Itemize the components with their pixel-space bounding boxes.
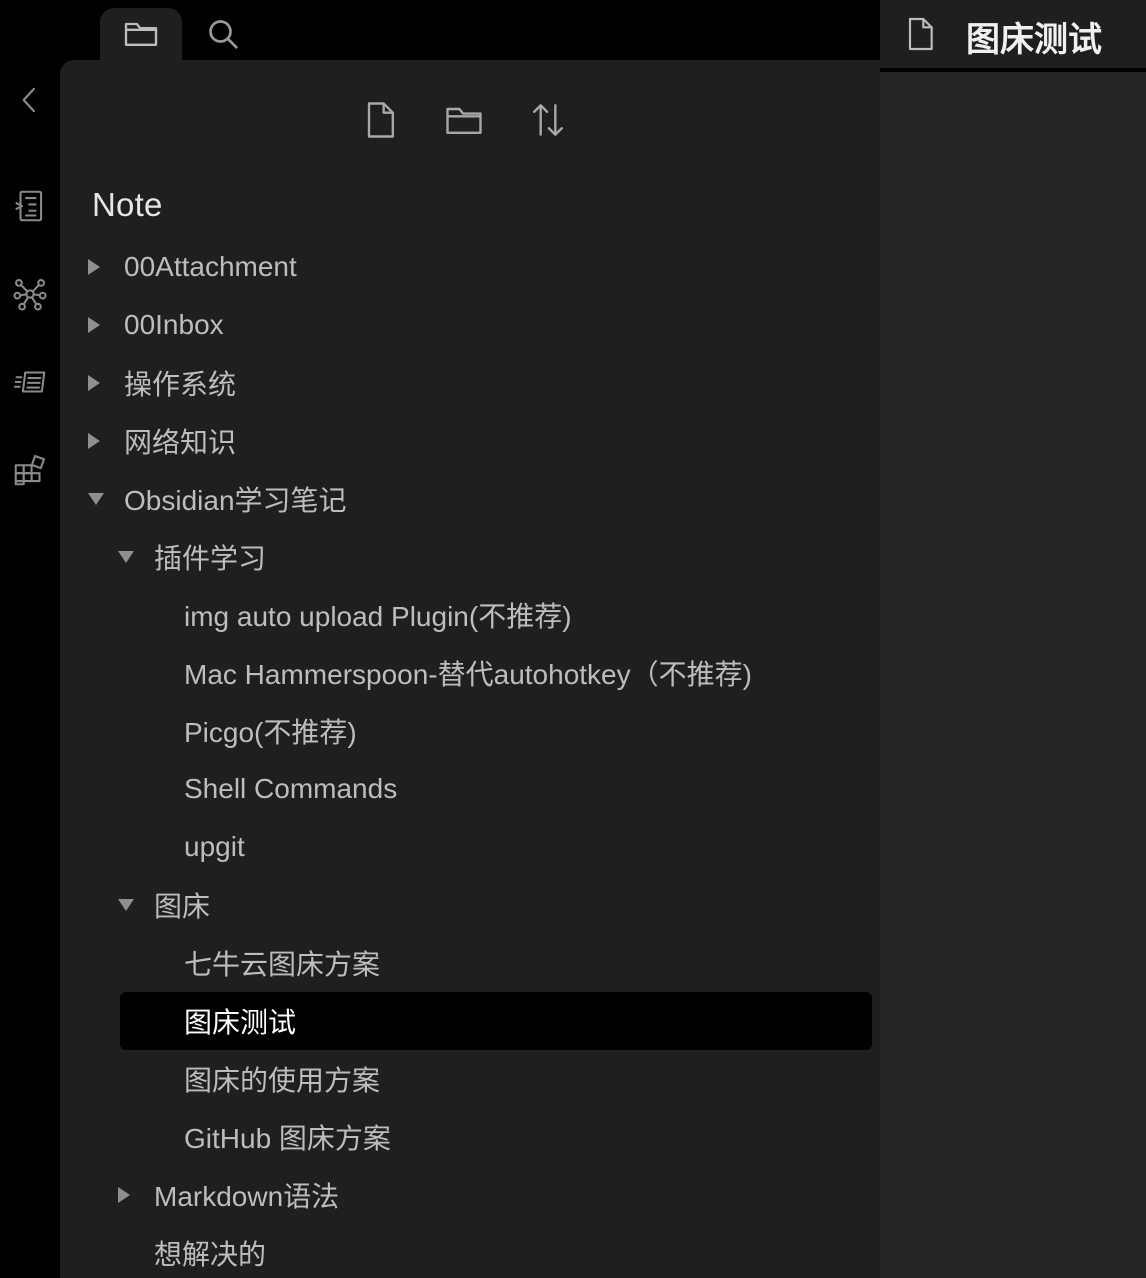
chevron-right-icon[interactable] [88, 259, 100, 275]
left-ribbon [0, 60, 60, 1278]
tree-folder[interactable]: 操作系统 [60, 354, 880, 412]
document-icon [908, 17, 933, 51]
search-icon [209, 20, 238, 49]
file-explorer-toolbar [60, 90, 880, 150]
tab-file-explorer[interactable] [100, 8, 182, 60]
tree-item-label: GitHub 图床方案 [184, 1123, 391, 1154]
tree-file[interactable]: 七牛云图床方案 [60, 934, 880, 992]
command-palette-button[interactable] [6, 182, 54, 230]
file-explorer-panel: Note 00Attachment 00Inbox 操作系统网络知识 Obsidian… [60, 60, 880, 1278]
tree-folder[interactable]: Obsidian学习笔记 [60, 470, 880, 528]
new-note-button[interactable] [356, 90, 404, 150]
tree-file[interactable]: Mac Hammerspoon-替代autohotkey（不推荐) [60, 644, 880, 702]
folder-icon [124, 22, 158, 46]
sort-icon [533, 104, 563, 136]
tree-file[interactable]: Picgo(不推荐) [60, 702, 880, 760]
editor-tab[interactable]: 图床测试 [880, 0, 1146, 70]
tree-item-label: 七牛云图床方案 [184, 949, 381, 980]
tree-item-label: Obsidian学习笔记 [124, 485, 347, 516]
chevron-down-icon[interactable] [88, 493, 104, 505]
editor-tab-title: 图床测试 [966, 21, 1102, 59]
tree-folder[interactable]: 00Attachment [60, 238, 880, 296]
chevron-right-icon[interactable] [88, 317, 100, 333]
tree-item-label: 00Attachment [124, 251, 297, 282]
tree-folder[interactable]: 图床 [60, 876, 880, 934]
file-tree: 00Attachment 00Inbox 操作系统网络知识 Obsidian学习笔记插… [60, 238, 880, 1278]
sort-button[interactable] [524, 90, 572, 150]
tree-item-label: 操作系统 [124, 369, 237, 400]
tree-item-label: 00Inbox [124, 309, 224, 340]
tree-item-label: 插件学习 [154, 543, 267, 574]
tree-folder[interactable]: 网络知识 [60, 412, 880, 470]
tree-item-label: Picgo(不推荐) [184, 717, 357, 748]
graph-view-button[interactable] [6, 270, 54, 318]
chevron-right-icon[interactable] [88, 433, 100, 449]
editor-body[interactable] [880, 72, 1146, 1278]
sidebar-tab-strip [60, 0, 880, 60]
tree-item-label: 想解决的 [154, 1239, 267, 1270]
new-folder-icon [446, 107, 482, 135]
tree-folder[interactable]: Markdown语法 [60, 1166, 880, 1224]
blocks-icon [14, 454, 46, 486]
tree-file[interactable]: Shell Commands [60, 760, 880, 818]
tree-file[interactable]: GitHub 图床方案 [60, 1108, 880, 1166]
tree-item-label: 网络知识 [124, 427, 237, 458]
plugins-button[interactable] [6, 446, 54, 494]
slides-button[interactable] [6, 358, 54, 406]
chevron-right-icon[interactable] [88, 375, 100, 391]
tree-item-label: Mac Hammerspoon-替代autohotkey（不推荐) [184, 659, 752, 690]
tree-item-label: upgit [184, 831, 245, 862]
chevron-right-icon[interactable] [118, 1187, 130, 1203]
tree-folder[interactable]: 插件学习 [60, 528, 880, 586]
tree-file[interactable]: 图床的使用方案 [60, 1050, 880, 1108]
vault-name[interactable]: Note [92, 186, 163, 224]
tree-item-label: img auto upload Plugin(不推荐) [184, 601, 572, 632]
tree-file[interactable]: upgit [60, 818, 880, 876]
tree-file[interactable]: 想解决的 [60, 1224, 880, 1278]
tree-item-label: 图床的使用方案 [184, 1065, 381, 1096]
graph-view-icon [13, 279, 47, 311]
chevron-down-icon[interactable] [118, 899, 134, 911]
tab-search[interactable] [182, 8, 264, 60]
tree-item-label: Markdown语法 [154, 1181, 340, 1212]
new-folder-button[interactable] [440, 90, 488, 150]
command-palette-icon [15, 190, 43, 222]
tree-folder[interactable]: 00Inbox [60, 296, 880, 354]
chevron-down-icon[interactable] [118, 551, 134, 563]
tree-file[interactable]: img auto upload Plugin(不推荐) [60, 586, 880, 644]
tree-file[interactable]: 图床测试 [120, 992, 872, 1050]
chevron-left-icon [22, 87, 36, 113]
slides-icon [14, 371, 46, 393]
tree-item-label: Shell Commands [184, 773, 398, 804]
new-note-icon [367, 102, 395, 138]
tree-item-label: 图床测试 [184, 1007, 297, 1038]
tree-item-label: 图床 [154, 891, 211, 922]
app-window: Note 00Attachment 00Inbox 操作系统网络知识 Obsidian… [0, 0, 1146, 1278]
collapse-sidebar-button[interactable] [6, 76, 54, 124]
